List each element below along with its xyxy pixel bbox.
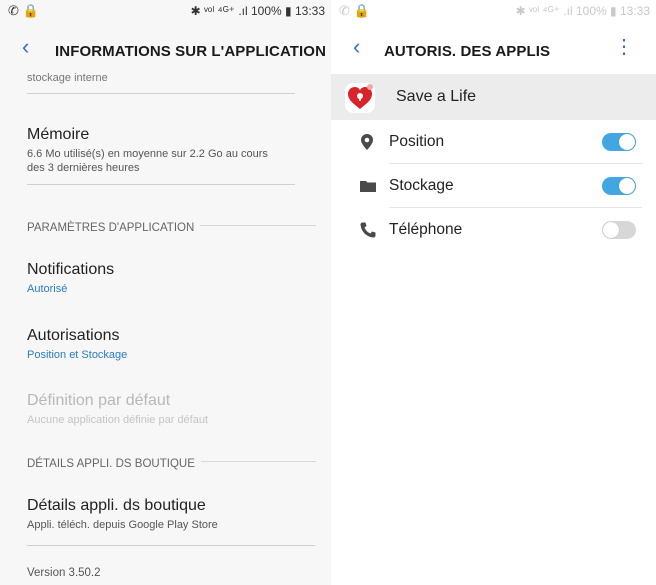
permission-row-storage[interactable]: Stockage	[331, 164, 656, 208]
toggle-knob	[603, 222, 619, 238]
section-app-params: PARAMÈTRES D'APPLICATION	[27, 218, 316, 234]
permission-label: Téléphone	[389, 221, 463, 238]
memory-title: Mémoire	[27, 126, 90, 143]
notifications-item[interactable]: Notifications Autorisé	[27, 261, 301, 296]
default-setting-subtitle: Aucune application définie par défaut	[27, 414, 209, 426]
status-bar: ✆ 🔒 ✱ ᵛᵒˡ ⁴ᴳ⁺ .ıl 100% ▮ 13:33	[331, 0, 656, 22]
divider	[27, 545, 315, 546]
permission-row-position[interactable]: Position	[331, 120, 656, 164]
section-label: DÉTAILS APPLI. DS BOUTIQUE	[27, 458, 201, 470]
notifications-subtitle: Autorisé	[27, 283, 68, 295]
back-arrow-icon[interactable]: ‹	[353, 36, 360, 58]
status-bar: ✆ 🔒 ✱ ᵛᵒˡ ⁴ᴳ⁺ .ıl 100% ▮ 13:33	[0, 0, 331, 22]
app-header-row: Save a Life	[331, 74, 656, 120]
heart-icon	[345, 83, 375, 113]
page-title: AUTORIS. DES APPLIS	[384, 43, 551, 60]
app-bar: ‹ AUTORIS. DES APPLIS ⋮	[331, 22, 656, 74]
store-details-title: Détails appli. ds boutique	[27, 497, 206, 514]
status-icons-left: ✆ 🔒	[8, 3, 39, 18]
permission-toggle-position[interactable]	[602, 133, 636, 151]
more-vert-icon[interactable]: ⋮	[614, 36, 634, 58]
divider	[27, 184, 295, 185]
toggle-knob	[619, 134, 635, 150]
location-pin-icon	[359, 133, 375, 151]
app-info-screen: ✆ 🔒 ✱ ᵛᵒˡ ⁴ᴳ⁺ .ıl 100% ▮ 13:33 ‹ INFORMA…	[0, 0, 331, 585]
status-icons-left: ✆ 🔒	[339, 3, 370, 18]
permission-toggle-storage[interactable]	[602, 177, 636, 195]
page-title: INFORMATIONS SUR L'APPLICATION	[55, 43, 327, 60]
app-bar: ‹ INFORMATIONS SUR L'APPLICATION	[0, 22, 331, 74]
status-icons-right: ✱ ᵛᵒˡ ⁴ᴳ⁺ .ıl 100% ▮ 13:33	[190, 4, 325, 18]
section-label: PARAMÈTRES D'APPLICATION	[27, 222, 201, 234]
divider	[27, 93, 295, 94]
section-store: DÉTAILS APPLI. DS BOUTIQUE	[27, 454, 316, 470]
memory-subtitle: 6.6 Mo utilisé(s) en moyenne sur 2.2 Go …	[27, 148, 268, 174]
back-arrow-icon[interactable]: ‹	[22, 36, 29, 58]
version-item: Version 3.50.2	[27, 563, 301, 580]
permissions-item[interactable]: Autorisations Position et Stockage	[27, 327, 301, 362]
store-details-item[interactable]: Détails appli. ds boutique Appli. téléch…	[27, 497, 301, 532]
status-icons-right: ✱ ᵛᵒˡ ⁴ᴳ⁺ .ıl 100% ▮ 13:33	[515, 4, 650, 18]
app-permissions-screen: ✆ 🔒 ✱ ᵛᵒˡ ⁴ᴳ⁺ .ıl 100% ▮ 13:33 ‹ AUTORIS…	[331, 0, 656, 585]
app-name: Save a Life	[396, 88, 477, 105]
toggle-knob	[619, 178, 635, 194]
notifications-title: Notifications	[27, 261, 115, 278]
store-details-subtitle: Appli. téléch. depuis Google Play Store	[27, 519, 218, 531]
default-setting-title: Définition par défaut	[27, 392, 171, 409]
permissions-title: Autorisations	[27, 327, 120, 344]
memory-item[interactable]: Mémoire 6.6 Mo utilisé(s) en moyenne sur…	[27, 126, 301, 175]
permission-label: Position	[389, 133, 445, 150]
folder-icon	[359, 177, 376, 195]
permission-row-phone[interactable]: Téléphone	[331, 208, 656, 252]
default-setting-item: Définition par défaut Aucune application…	[27, 392, 301, 427]
storage-item-partial[interactable]: stockage interne	[27, 68, 301, 85]
storage-subtitle: stockage interne	[27, 72, 108, 84]
version-text: Version 3.50.2	[27, 567, 101, 579]
permission-toggle-phone[interactable]	[602, 221, 636, 239]
permissions-subtitle: Position et Stockage	[27, 349, 128, 361]
phone-icon	[359, 221, 376, 239]
permission-label: Stockage	[389, 177, 454, 194]
